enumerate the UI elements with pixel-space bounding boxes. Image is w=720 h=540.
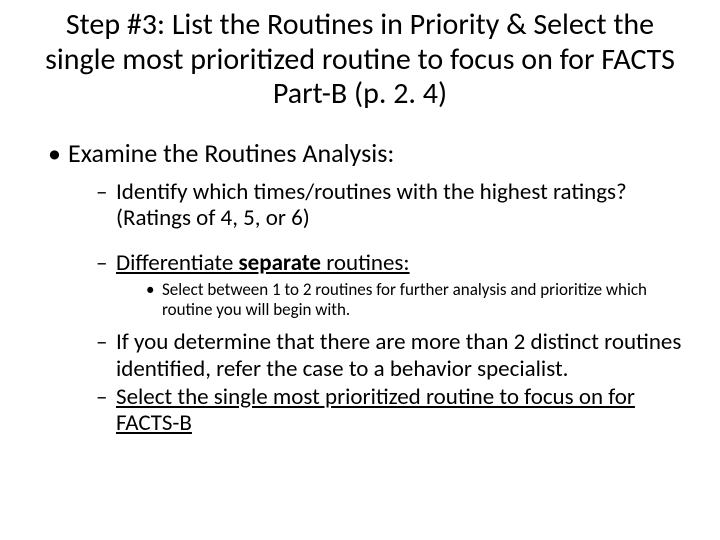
slide: Step #3: List the Routines in Priority &… bbox=[0, 0, 720, 540]
text: Identify which times/routines with the h… bbox=[116, 178, 627, 232]
list-item: If you determine that there are more tha… bbox=[96, 329, 690, 382]
text: Select between 1 to 2 routines for furth… bbox=[162, 279, 647, 320]
list-item: Identify which times/routines with the h… bbox=[96, 179, 690, 232]
slide-title: Step #3: List the Routines in Priority &… bbox=[40, 8, 680, 112]
bullet-list: Examine the Routines Analysis: Identify … bbox=[30, 138, 690, 437]
list-item: Select the single most prioritized routi… bbox=[96, 384, 690, 437]
sub-sub-list: Select between 1 to 2 routines for furth… bbox=[116, 280, 690, 319]
text: Differentiate bbox=[116, 249, 238, 277]
text: routines: bbox=[321, 249, 410, 277]
text: Differentiate separate routines: bbox=[116, 249, 410, 277]
text: separate bbox=[238, 249, 321, 277]
list-item: Differentiate separate routines: Select … bbox=[96, 250, 690, 320]
text: Examine the Routines Analysis: bbox=[68, 137, 394, 169]
text: If you determine that there are more tha… bbox=[116, 328, 681, 382]
list-item: Select between 1 to 2 routines for furth… bbox=[146, 280, 690, 319]
list-item: Examine the Routines Analysis: Identify … bbox=[48, 138, 690, 437]
text: Select the single most prioritized routi… bbox=[116, 383, 635, 437]
sub-list: Identify which times/routines with the h… bbox=[68, 179, 690, 437]
